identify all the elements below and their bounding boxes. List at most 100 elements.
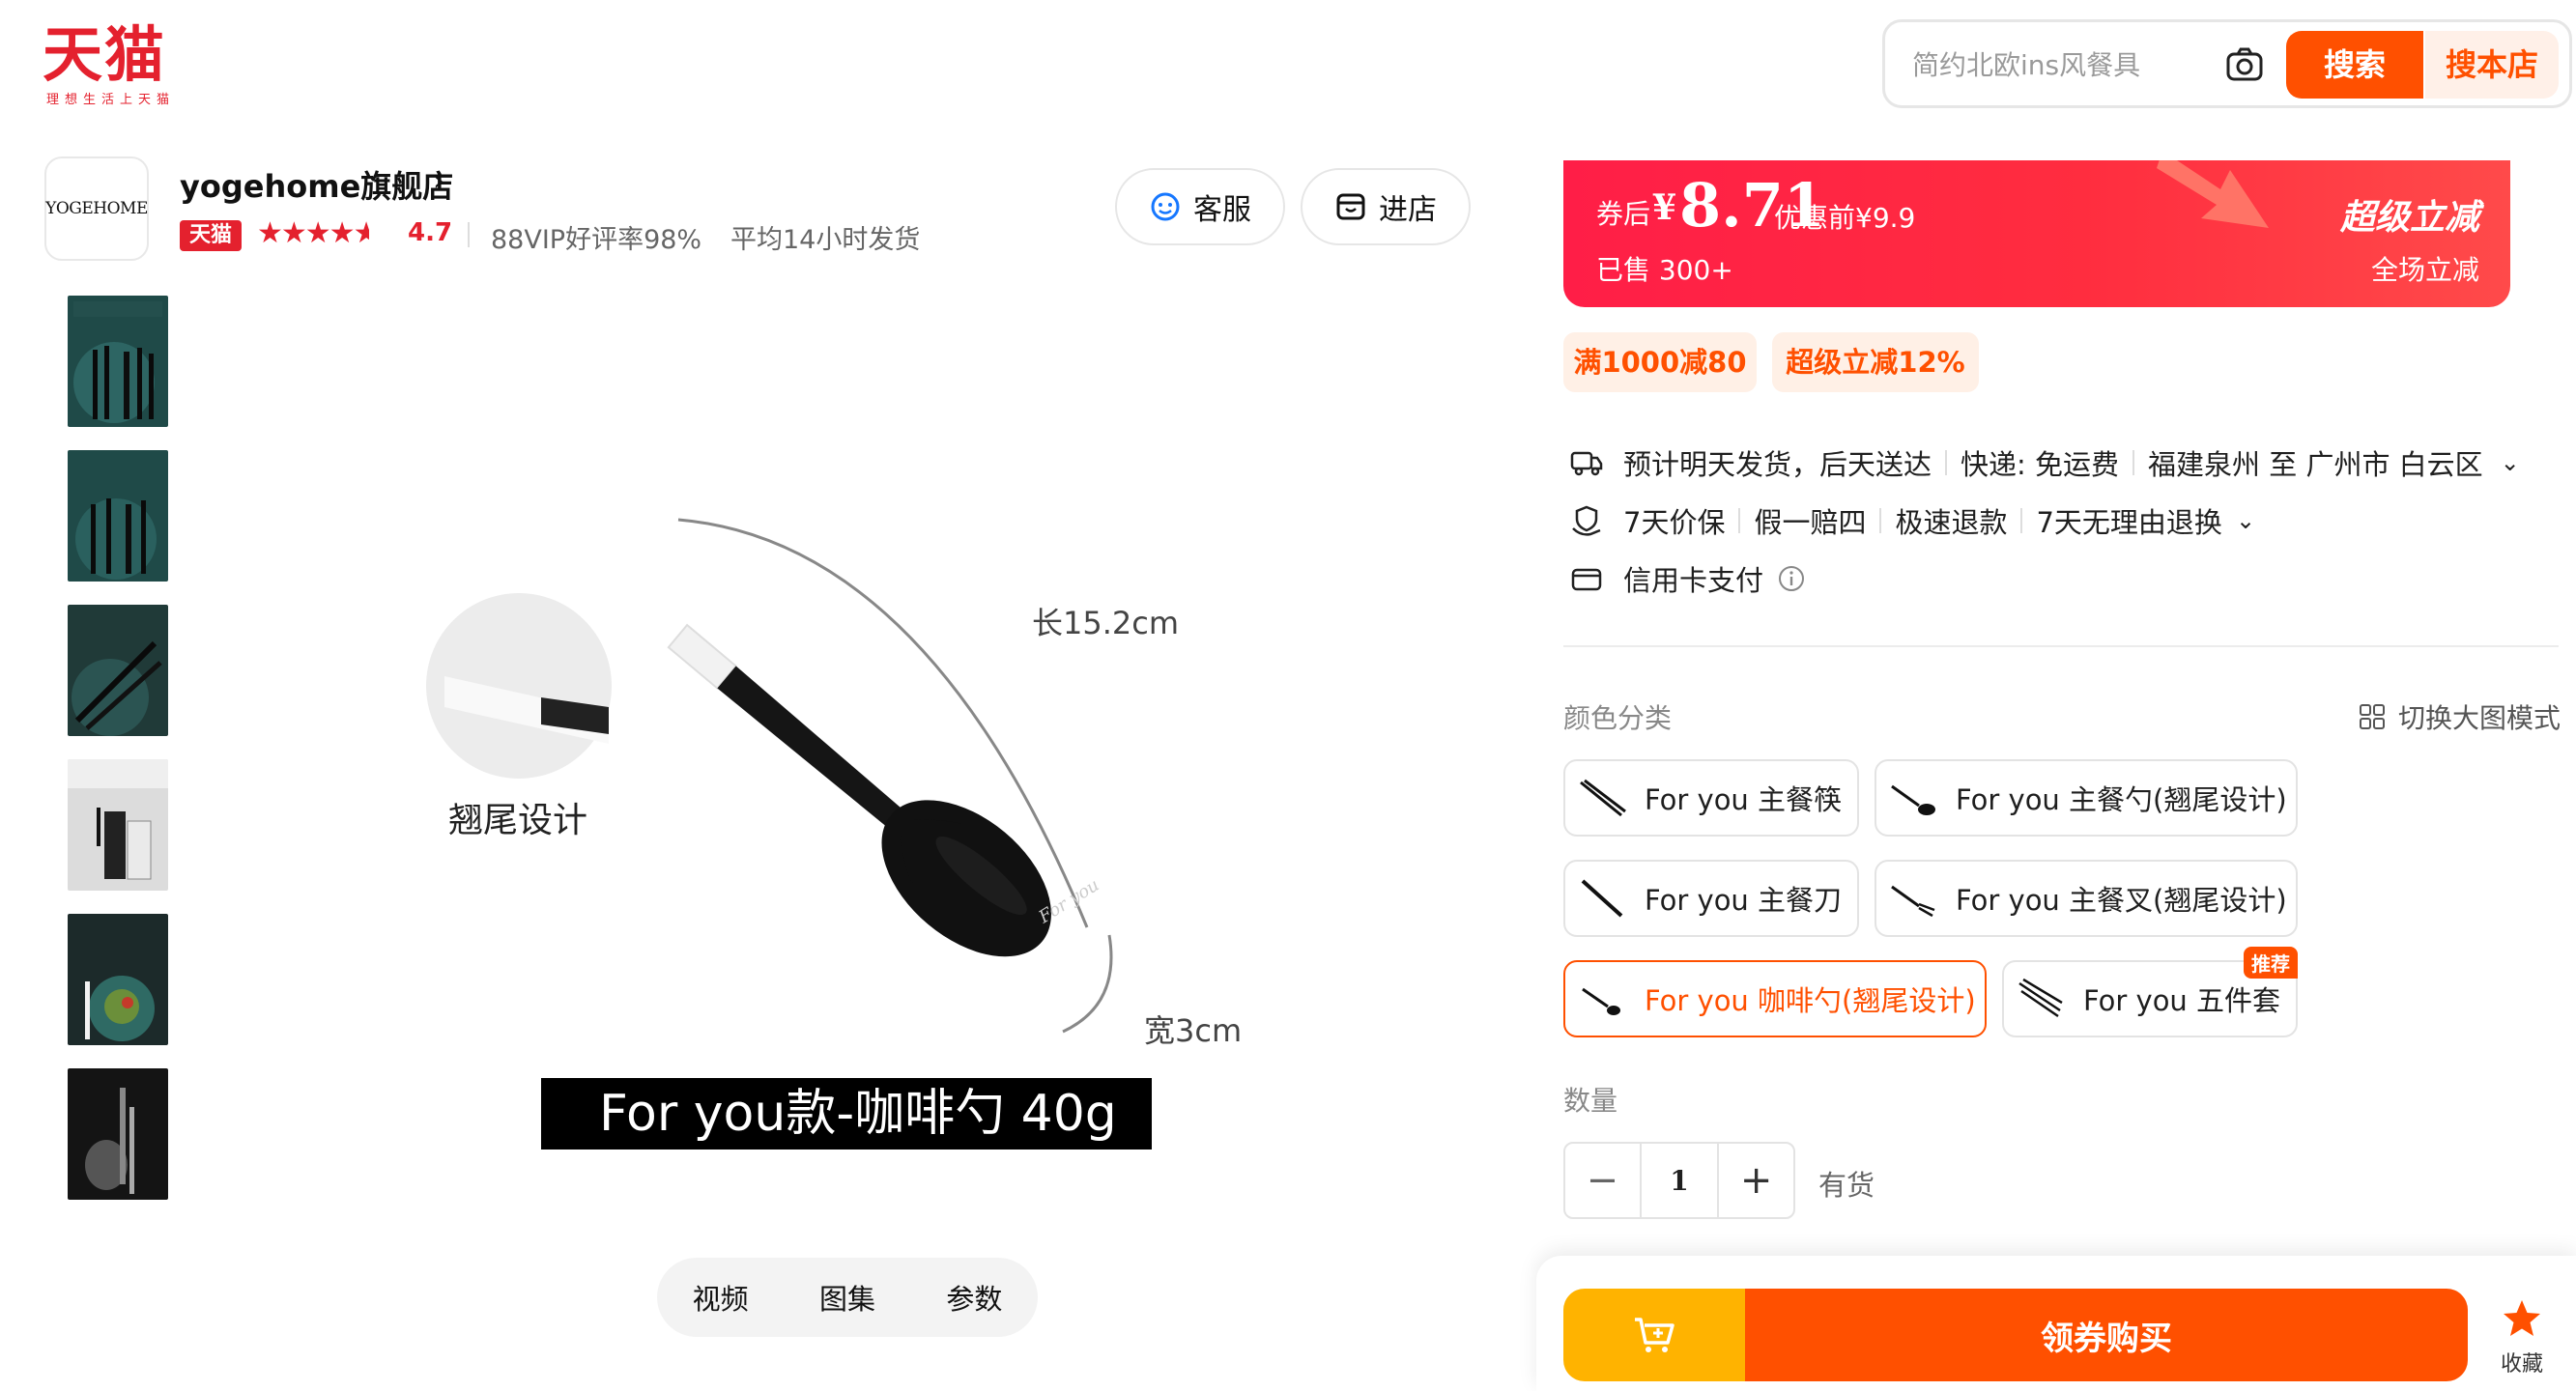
enter-store-label: 进店 xyxy=(1379,193,1437,227)
super-discount-label: 超级立减 xyxy=(2339,198,2479,238)
after-coupon-label: 券后 xyxy=(1596,198,1651,230)
thumbnail-3[interactable] xyxy=(68,605,168,736)
divider xyxy=(1879,508,1882,533)
express-fee: 快递: 免运费 xyxy=(1961,448,2120,481)
divider xyxy=(1738,508,1741,533)
delivery-row[interactable]: 预计明天发货，后天送达 快递: 免运费 福建泉州 至 广州市 白云区 ⌄ xyxy=(1569,442,2520,483)
guarantee-2: 假一赔四 xyxy=(1754,506,1867,539)
ship-time: 平均14小时发货 xyxy=(730,225,921,255)
sku-thumbnail xyxy=(1886,871,1940,925)
delivery-route: 福建泉州 至 广州市 白云区 xyxy=(2148,448,2483,481)
media-tabs: 视频 图集 参数 xyxy=(657,1258,1038,1337)
sku-label: For you 主餐筷 xyxy=(1645,783,1843,816)
sku-thumbnail xyxy=(1575,972,1629,1026)
sku-option-4[interactable]: For you 主餐叉(翘尾设计) xyxy=(1875,860,2298,937)
guarantee-4: 7天无理由退换 xyxy=(2036,506,2222,539)
logo-slogan: 理想生活上天猫 xyxy=(46,93,176,107)
guarantee-3: 极速退款 xyxy=(1895,506,2008,539)
divider xyxy=(2132,450,2135,475)
quantity-value[interactable]: 1 xyxy=(1642,1144,1720,1217)
purchase-bar: 领券购买 xyxy=(1563,1289,2468,1381)
divider xyxy=(1945,450,1948,475)
search-input[interactable] xyxy=(1910,40,2204,90)
sku-label: For you 主餐刀 xyxy=(1645,884,1843,917)
thumbnail-6[interactable] xyxy=(68,1068,168,1200)
price-before: 优惠前¥9.9 xyxy=(1774,202,1916,234)
store-rating: 4.7 xyxy=(408,218,453,247)
info-icon[interactable] xyxy=(1777,564,1806,593)
grid-icon xyxy=(2360,704,2385,729)
decrease-button[interactable]: − xyxy=(1565,1144,1642,1217)
price-banner: 券后 ¥ 8.71 优惠前¥9.9 已售 300+ 超级立减 全场立减 xyxy=(1563,160,2510,307)
sku-thumbnail xyxy=(1575,871,1629,925)
promo-tag-1[interactable]: 满1000减80 xyxy=(1563,332,1757,392)
thumbnail-1[interactable] xyxy=(68,296,168,427)
section-divider xyxy=(1563,645,2559,647)
length-label: 长15.2cm xyxy=(1032,605,1180,641)
tab-video[interactable]: 视频 xyxy=(677,1277,764,1318)
guarantee-1: 7天价保 xyxy=(1623,506,1726,539)
tab-params[interactable]: 参数 xyxy=(930,1277,1017,1318)
tmall-badge: 天猫 xyxy=(180,220,242,251)
credit-card-icon xyxy=(1571,568,1602,591)
search-button[interactable]: 搜索 xyxy=(2286,31,2423,99)
payment-row: 信用卡支付 xyxy=(1569,558,1806,599)
chat-smile-icon xyxy=(1151,192,1180,221)
sku-option-1[interactable]: For you 主餐筷 xyxy=(1563,759,1859,837)
rating-stars: ★★★★★ xyxy=(257,216,369,250)
color-label: 颜色分类 xyxy=(1563,702,1673,734)
all-discount-label: 全场立减 xyxy=(2370,254,2479,286)
enter-store-button[interactable]: 进店 xyxy=(1301,168,1471,245)
sold-count: 已售 300+ xyxy=(1596,254,1733,286)
currency-symbol: ¥ xyxy=(1652,187,1677,228)
customer-service-label: 客服 xyxy=(1193,193,1251,227)
customer-service-button[interactable]: 客服 xyxy=(1115,168,1285,245)
sku-label: For you 五件套 xyxy=(2083,984,2281,1017)
delivery-estimate: 预计明天发货，后天送达 xyxy=(1623,448,1932,481)
sku-label: For you 咖啡勺(翘尾设计) xyxy=(1645,984,1976,1017)
thumbnail-4[interactable] xyxy=(68,759,168,891)
guarantee-row[interactable]: 7天价保 假一赔四 极速退款 7天无理由退换 ⌄ xyxy=(1569,500,2255,541)
coupon-buy-button[interactable]: 领券购买 xyxy=(1745,1289,2468,1381)
store-icon xyxy=(1336,193,1365,220)
divider xyxy=(468,222,470,247)
chevron-down-icon[interactable]: ⌄ xyxy=(2501,449,2520,476)
promo-tag-2[interactable]: 超级立减12% xyxy=(1772,332,1979,392)
add-to-cart-button[interactable] xyxy=(1563,1289,1745,1381)
favorite-label: 收藏 xyxy=(2501,1352,2544,1377)
store-logo[interactable]: YOGEHOME xyxy=(44,156,149,261)
down-arrow-icon xyxy=(2157,160,2269,228)
sku-option-3[interactable]: For you 主餐刀 xyxy=(1563,860,1859,937)
sku-option-6[interactable]: For you 五件套 推荐 xyxy=(2002,947,2298,1037)
cart-plus-icon xyxy=(1635,1318,1674,1352)
search-store-button[interactable]: 搜本店 xyxy=(2425,31,2559,99)
vip-rate: 88VIP好评率98% xyxy=(491,225,702,255)
truck-icon xyxy=(1570,451,1603,476)
chevron-right-icon[interactable]: › xyxy=(433,164,444,198)
sku-option-2[interactable]: For you 主餐勺(翘尾设计) xyxy=(1875,759,2298,837)
thumbnail-5[interactable] xyxy=(68,914,168,1045)
logo-text: 天猫 xyxy=(43,19,167,90)
chevron-down-icon[interactable]: ⌄ xyxy=(2236,507,2255,534)
detail-label: 翘尾设计 xyxy=(448,801,588,840)
width-label: 宽3cm xyxy=(1144,1012,1243,1049)
store-name[interactable]: yogehome旗舰店 xyxy=(180,162,453,207)
favorite-button[interactable]: 收藏 xyxy=(2501,1298,2543,1377)
tmall-logo[interactable]: 天猫 理想生活上天猫 xyxy=(43,23,178,110)
thumbnail-2[interactable] xyxy=(68,450,168,582)
stock-status: 有货 xyxy=(1818,1169,1875,1202)
tab-gallery[interactable]: 图集 xyxy=(804,1277,891,1318)
switch-view-mode[interactable]: 切换大图模式 xyxy=(2358,697,2561,736)
quantity-stepper: − 1 + xyxy=(1563,1142,1795,1219)
sku-label: For you 主餐勺(翘尾设计) xyxy=(1956,783,2287,816)
sku-label: For you 主餐叉(翘尾设计) xyxy=(1956,884,2287,917)
quantity-label: 数量 xyxy=(1563,1085,1618,1117)
sku-thumbnail xyxy=(2014,972,2068,1026)
search-bar: 搜索 搜本店 xyxy=(1882,19,2572,108)
switch-mode-label: 切换大图模式 xyxy=(2398,702,2562,734)
sku-option-5[interactable]: For you 咖啡勺(翘尾设计) xyxy=(1563,960,1987,1037)
image-caption: For you款-咖啡勺 40g xyxy=(541,1078,1152,1150)
sku-thumbnail xyxy=(1575,771,1629,825)
increase-button[interactable]: + xyxy=(1719,1144,1793,1217)
camera-icon[interactable] xyxy=(2223,43,2266,86)
